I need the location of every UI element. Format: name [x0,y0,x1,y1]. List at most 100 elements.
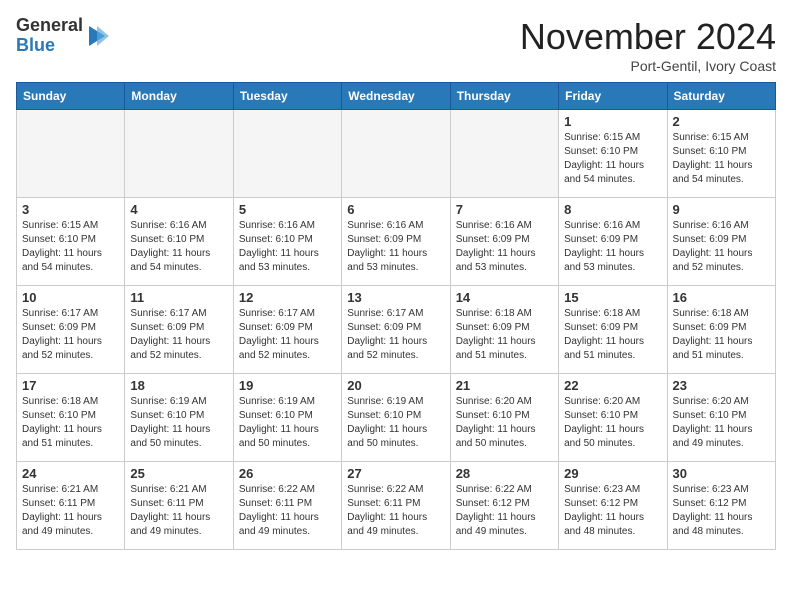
day-number: 16 [673,290,770,305]
weekday-header-sunday: Sunday [17,83,125,110]
calendar-cell: 26 Sunrise: 6:22 AM Sunset: 6:11 PM Dayli… [233,462,341,550]
day-number: 23 [673,378,770,393]
calendar-cell [342,110,450,198]
weekday-header-monday: Monday [125,83,233,110]
calendar-cell: 23 Sunrise: 6:20 AM Sunset: 6:10 PM Dayli… [667,374,775,462]
calendar-cell [17,110,125,198]
calendar-cell: 24 Sunrise: 6:21 AM Sunset: 6:11 PM Dayli… [17,462,125,550]
calendar-header-row: SundayMondayTuesdayWednesdayThursdayFrid… [17,83,776,110]
calendar-cell: 30 Sunrise: 6:23 AM Sunset: 6:12 PM Dayli… [667,462,775,550]
day-info: Sunrise: 6:22 AM Sunset: 6:11 PM Dayligh… [347,483,444,539]
calendar-week-1: 1 Sunrise: 6:15 AM Sunset: 6:10 PM Daylig… [17,110,776,198]
day-info: Sunrise: 6:23 AM Sunset: 6:12 PM Dayligh… [673,483,770,539]
day-info: Sunrise: 6:18 AM Sunset: 6:10 PM Dayligh… [22,395,119,451]
day-number: 2 [673,114,770,129]
day-info: Sunrise: 6:21 AM Sunset: 6:11 PM Dayligh… [22,483,119,539]
calendar-cell: 29 Sunrise: 6:23 AM Sunset: 6:12 PM Dayli… [559,462,667,550]
calendar-cell: 27Sunrise: 6:22 AM Sunset: 6:11 PM Dayli… [342,462,450,550]
calendar-cell: 14 Sunrise: 6:18 AM Sunset: 6:09 PM Dayli… [450,286,558,374]
logo-general-text: General [16,16,83,36]
calendar-cell: 10 Sunrise: 6:17 AM Sunset: 6:09 PM Dayli… [17,286,125,374]
day-info: Sunrise: 6:20 AM Sunset: 6:10 PM Dayligh… [673,395,770,451]
day-number: 15 [564,290,661,305]
day-number: 29 [564,466,661,481]
calendar-cell: 8 Sunrise: 6:16 AM Sunset: 6:09 PM Daylig… [559,198,667,286]
weekday-header-tuesday: Tuesday [233,83,341,110]
calendar-table: SundayMondayTuesdayWednesdayThursdayFrid… [16,82,776,550]
calendar-cell: 20 Sunrise: 6:19 AM Sunset: 6:10 PM Dayli… [342,374,450,462]
calendar-cell: 2 Sunrise: 6:15 AM Sunset: 6:10 PM Daylig… [667,110,775,198]
day-info: Sunrise: 6:22 AM Sunset: 6:11 PM Dayligh… [239,483,336,539]
day-number: 25 [130,466,227,481]
calendar-cell: 17Sunrise: 6:18 AM Sunset: 6:10 PM Dayli… [17,374,125,462]
day-number: 8 [564,202,661,217]
weekday-header-friday: Friday [559,83,667,110]
day-info: Sunrise: 6:17 AM Sunset: 6:09 PM Dayligh… [130,307,227,363]
day-info: Sunrise: 6:19 AM Sunset: 6:10 PM Dayligh… [239,395,336,451]
day-info: Sunrise: 6:20 AM Sunset: 6:10 PM Dayligh… [456,395,553,451]
day-number: 14 [456,290,553,305]
calendar-cell: 4 Sunrise: 6:16 AM Sunset: 6:10 PM Daylig… [125,198,233,286]
calendar-cell: 13Sunrise: 6:17 AM Sunset: 6:09 PM Dayli… [342,286,450,374]
logo: General Blue [16,16,109,56]
day-info: Sunrise: 6:22 AM Sunset: 6:12 PM Dayligh… [456,483,553,539]
calendar-cell: 7 Sunrise: 6:16 AM Sunset: 6:09 PM Daylig… [450,198,558,286]
calendar-cell: 22Sunrise: 6:20 AM Sunset: 6:10 PM Dayli… [559,374,667,462]
calendar-cell: 21 Sunrise: 6:20 AM Sunset: 6:10 PM Dayli… [450,374,558,462]
day-info: Sunrise: 6:15 AM Sunset: 6:10 PM Dayligh… [673,131,770,187]
day-info: Sunrise: 6:18 AM Sunset: 6:09 PM Dayligh… [673,307,770,363]
logo-icon [85,22,109,50]
calendar-cell: 11Sunrise: 6:17 AM Sunset: 6:09 PM Dayli… [125,286,233,374]
day-number: 7 [456,202,553,217]
calendar-cell: 5Sunrise: 6:16 AM Sunset: 6:10 PM Daylig… [233,198,341,286]
day-number: 3 [22,202,119,217]
day-number: 6 [347,202,444,217]
calendar-cell: 9Sunrise: 6:16 AM Sunset: 6:09 PM Daylig… [667,198,775,286]
calendar-cell [233,110,341,198]
calendar-cell: 3 Sunrise: 6:15 AM Sunset: 6:10 PM Daylig… [17,198,125,286]
day-info: Sunrise: 6:23 AM Sunset: 6:12 PM Dayligh… [564,483,661,539]
day-info: Sunrise: 6:16 AM Sunset: 6:09 PM Dayligh… [673,219,770,275]
day-number: 28 [456,466,553,481]
day-info: Sunrise: 6:17 AM Sunset: 6:09 PM Dayligh… [22,307,119,363]
day-number: 4 [130,202,227,217]
calendar-cell: 1 Sunrise: 6:15 AM Sunset: 6:10 PM Daylig… [559,110,667,198]
day-info: Sunrise: 6:15 AM Sunset: 6:10 PM Dayligh… [22,219,119,275]
day-number: 30 [673,466,770,481]
calendar-cell: 18Sunrise: 6:19 AM Sunset: 6:10 PM Dayli… [125,374,233,462]
calendar-cell: 12Sunrise: 6:17 AM Sunset: 6:09 PM Dayli… [233,286,341,374]
calendar-cell [125,110,233,198]
day-info: Sunrise: 6:16 AM Sunset: 6:09 PM Dayligh… [456,219,553,275]
calendar-cell [450,110,558,198]
day-number: 21 [456,378,553,393]
calendar-week-4: 17Sunrise: 6:18 AM Sunset: 6:10 PM Dayli… [17,374,776,462]
title-block: November 2024 Port-Gentil, Ivory Coast [520,16,776,74]
month-title: November 2024 [520,16,776,58]
calendar-cell: 25Sunrise: 6:21 AM Sunset: 6:11 PM Dayli… [125,462,233,550]
day-info: Sunrise: 6:16 AM Sunset: 6:09 PM Dayligh… [347,219,444,275]
day-number: 13 [347,290,444,305]
day-number: 19 [239,378,336,393]
calendar-cell: 15 Sunrise: 6:18 AM Sunset: 6:09 PM Dayli… [559,286,667,374]
weekday-header-wednesday: Wednesday [342,83,450,110]
day-number: 10 [22,290,119,305]
calendar-cell: 6 Sunrise: 6:16 AM Sunset: 6:09 PM Daylig… [342,198,450,286]
calendar-cell: 16 Sunrise: 6:18 AM Sunset: 6:09 PM Dayli… [667,286,775,374]
day-number: 1 [564,114,661,129]
calendar-week-3: 10 Sunrise: 6:17 AM Sunset: 6:09 PM Dayli… [17,286,776,374]
logo-blue-text: Blue [16,36,83,56]
calendar-cell: 28 Sunrise: 6:22 AM Sunset: 6:12 PM Dayli… [450,462,558,550]
day-number: 26 [239,466,336,481]
day-info: Sunrise: 6:18 AM Sunset: 6:09 PM Dayligh… [564,307,661,363]
day-info: Sunrise: 6:16 AM Sunset: 6:09 PM Dayligh… [564,219,661,275]
day-info: Sunrise: 6:18 AM Sunset: 6:09 PM Dayligh… [456,307,553,363]
calendar-week-2: 3 Sunrise: 6:15 AM Sunset: 6:10 PM Daylig… [17,198,776,286]
day-number: 20 [347,378,444,393]
day-info: Sunrise: 6:19 AM Sunset: 6:10 PM Dayligh… [347,395,444,451]
day-info: Sunrise: 6:16 AM Sunset: 6:10 PM Dayligh… [130,219,227,275]
day-number: 24 [22,466,119,481]
page-header: General Blue November 2024 Port-Gentil, … [16,16,776,74]
day-info: Sunrise: 6:15 AM Sunset: 6:10 PM Dayligh… [564,131,661,187]
calendar-week-5: 24 Sunrise: 6:21 AM Sunset: 6:11 PM Dayli… [17,462,776,550]
day-number: 5 [239,202,336,217]
